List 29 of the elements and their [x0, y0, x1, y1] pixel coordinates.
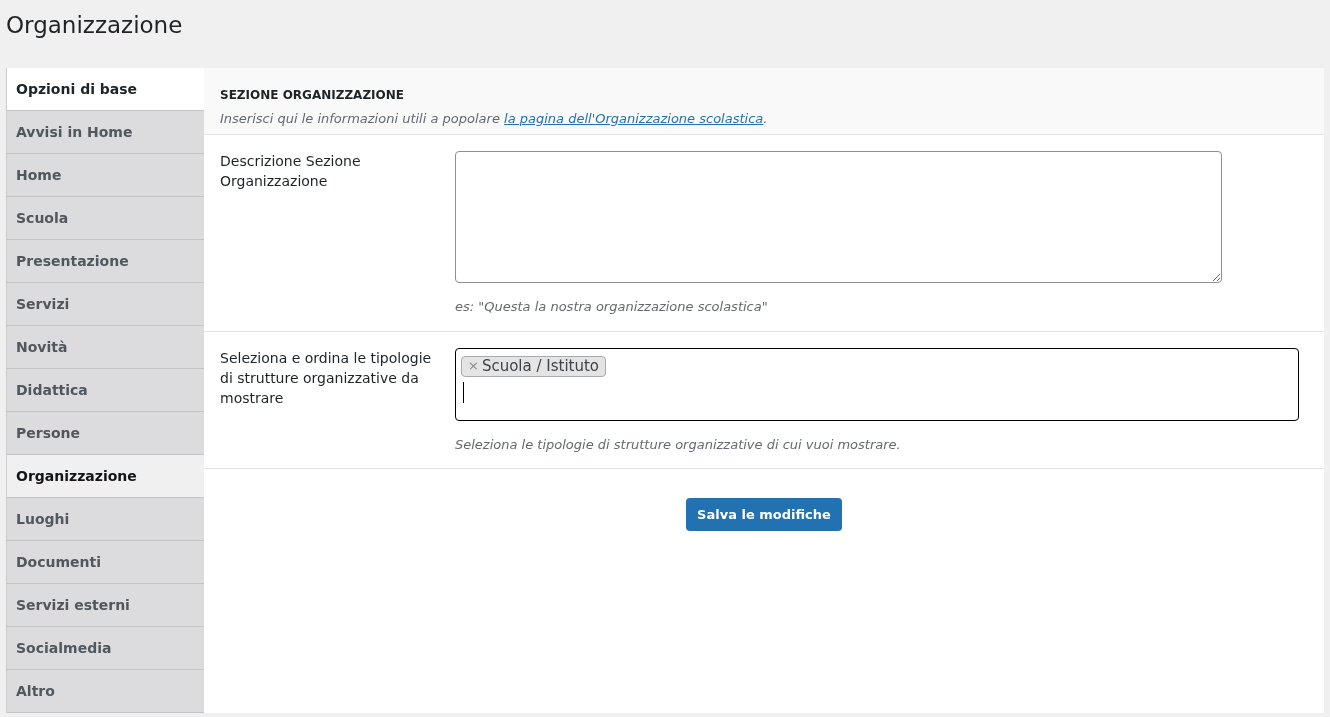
sidebar-tab[interactable]: Persone — [7, 412, 204, 455]
save-button[interactable]: Salva le modifiche — [686, 498, 842, 531]
tag-label: Scuola / Istituto — [481, 355, 600, 377]
sidebar-tab[interactable]: Documenti — [7, 541, 204, 584]
sidebar-tab[interactable]: Opzioni di base — [7, 68, 204, 111]
sidebar-tab[interactable]: Didattica — [7, 369, 204, 412]
sidebar-tab[interactable]: Luoghi — [7, 498, 204, 541]
sidebar-tab[interactable]: Scuola — [7, 197, 204, 240]
field-hint: Seleziona le tipologie di strutture organizzative di cui vuoi mostrare. — [455, 435, 902, 454]
sidebar-tab[interactable]: Altro — [7, 670, 204, 713]
field-label: Descrizione Sezione Organizzazione — [220, 152, 362, 191]
sidebar-tab[interactable]: Home — [7, 154, 204, 197]
sidebar-tab[interactable]: Presentazione — [7, 240, 204, 283]
field-label: Seleziona e ordina le tipologie di strutture organizzative da mostrare — [220, 348, 433, 408]
field-hint: es: "Questa la nostra organizzazione scolastica" — [455, 298, 769, 316]
sidebar-tab[interactable]: Socialmedia — [7, 627, 204, 670]
text-cursor — [463, 381, 464, 403]
multiselect-field[interactable]: × Scuola / Istituto — [455, 347, 1299, 421]
remove-tag-button[interactable]: × — [468, 356, 479, 376]
section-title: SEZIONE ORGANIZZAZIONE — [220, 87, 405, 104]
section-description: Inserisci qui le informazioni utili a popolare la pagina dell'Organizzazione scolastica. — [220, 110, 769, 128]
sidebar-tab[interactable]: Novità — [7, 326, 204, 369]
sidebar-tab[interactable]: Servizi esterni — [7, 584, 204, 627]
organization-page-link[interactable]: la pagina dell'Organizzazione scolastica — [504, 111, 764, 126]
selected-tag[interactable]: × Scuola / Istituto — [461, 355, 607, 377]
sidebar-tab[interactable]: Avvisi in Home — [7, 111, 204, 154]
page-title: Organizzazione — [5, 11, 184, 40]
description-textarea[interactable] — [455, 151, 1222, 283]
sidebar-tab[interactable]: Servizi — [7, 283, 204, 326]
